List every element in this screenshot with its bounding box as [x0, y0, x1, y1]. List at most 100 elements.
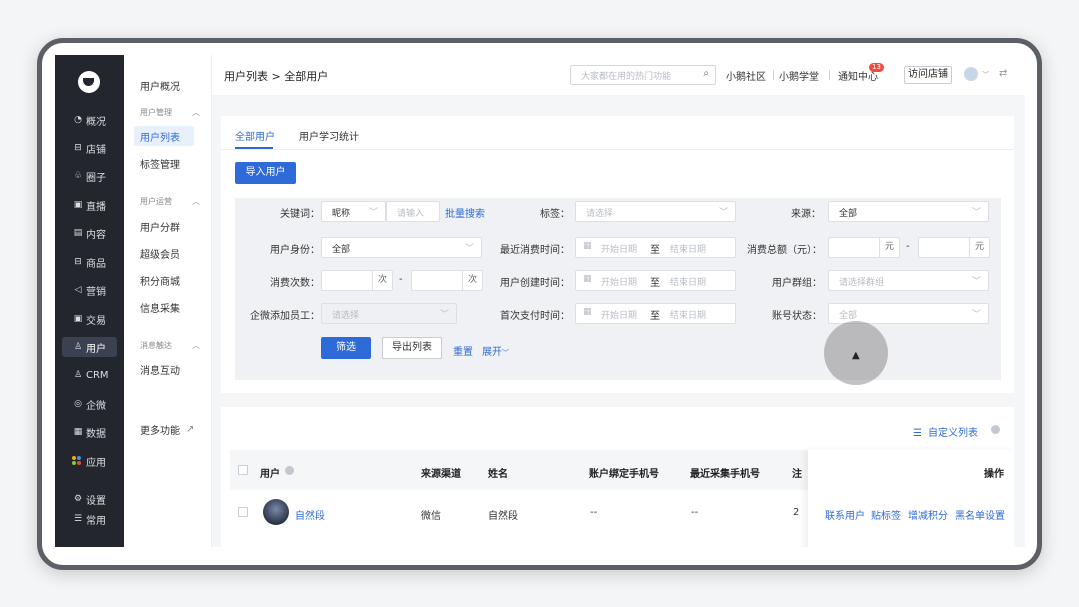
account-avatar[interactable] — [964, 67, 978, 81]
total-max-input[interactable]: 元 — [918, 237, 990, 258]
academy-link[interactable]: 小鹅学堂 — [779, 68, 819, 83]
nav-item-content[interactable]: ▤ 内容 — [62, 223, 117, 243]
tab-study-stats[interactable]: 用户学习统计 — [299, 128, 359, 143]
nav-item-data[interactable]: ▦ 数据 — [62, 422, 117, 442]
notice-count-badge: 13 — [869, 63, 884, 72]
nav-item-goods[interactable]: ⊟ 商品 — [62, 252, 117, 272]
keyword-type-select[interactable]: 昵称 ﹀ — [321, 201, 386, 222]
times-unit: 次 — [372, 270, 392, 291]
nav-label: 圈子 — [86, 172, 106, 184]
chevron-up-icon: ︿ — [192, 197, 200, 206]
divider — [829, 70, 830, 80]
identity-select[interactable]: 全部 ﹀ — [321, 237, 482, 258]
nav-item-common[interactable]: ☰ 常用 — [62, 509, 117, 529]
tag-label: 标签： — [540, 209, 570, 220]
search-icon[interactable]: ⌕ — [703, 68, 709, 79]
sub-item-user-list[interactable]: 用户列表 — [134, 126, 194, 146]
start-date: 开始日期 — [601, 311, 638, 321]
chevron-down-icon: ﹀ — [971, 208, 981, 218]
blacklist-settings-link[interactable]: 黑名单设置 — [955, 507, 1005, 522]
tag-select[interactable]: 请选择 ﹀ — [575, 201, 736, 222]
nav-item-user[interactable]: ♙ 用户 — [62, 337, 117, 357]
nav-item-overview[interactable]: ◔ 概况 — [62, 110, 117, 130]
yuan-unit: 元 — [969, 237, 989, 258]
filter-card: 全部用户 用户学习统计 导入用户 关键词： 昵称 ﹀ 请输入 批量搜索 标签： 请… — [221, 116, 1014, 393]
nav-label: 内容 — [86, 229, 106, 241]
user-nickname-link[interactable]: 自然段 — [295, 507, 325, 522]
search-input[interactable]: 大家都在用的热门功能 ⌕ — [570, 65, 716, 85]
nav-label: 数据 — [86, 428, 106, 440]
count-min-input[interactable]: 次 — [321, 270, 393, 291]
consume-count-label: 消费次数： — [270, 278, 320, 289]
col-collected-phone: 最近采集手机号 — [690, 469, 760, 480]
range-dash: - — [906, 241, 910, 252]
app-logo[interactable] — [78, 71, 100, 93]
first-pay-date-range[interactable]: ▦ 开始日期 至 结束日期 — [575, 303, 736, 324]
nav-item-trade[interactable]: ▣ 交易 — [62, 309, 117, 329]
group-title: 用户管理 — [140, 108, 172, 117]
divider — [773, 70, 774, 80]
nav-item-settings[interactable]: ⚙ 设置 — [62, 489, 117, 509]
created-date-range[interactable]: ▦ 开始日期 至 结束日期 — [575, 270, 736, 291]
identity-value: 全部 — [332, 245, 351, 255]
count-max-input[interactable]: 次 — [411, 270, 483, 291]
nav-label: 商品 — [86, 258, 106, 270]
community-link[interactable]: 小鹅社区 — [726, 68, 766, 83]
chevron-up-icon: ︿ — [192, 108, 200, 117]
nav-item-circle[interactable]: ♧ 圈子 — [62, 166, 117, 186]
end-date: 结束日期 — [670, 245, 707, 255]
select-all-checkbox[interactable] — [238, 465, 248, 475]
add-tag-link[interactable]: 贴标签 — [871, 507, 901, 522]
chevron-down-icon: ﹀ — [718, 208, 728, 218]
filter-button[interactable]: 筛选 — [321, 337, 371, 359]
contact-user-link[interactable]: 联系用户 — [825, 507, 865, 522]
wecom-staff-select[interactable]: 请选择 ﹀ — [321, 303, 457, 324]
start-date: 开始日期 — [601, 245, 638, 255]
group-messaging[interactable]: 消息触达 ︿ — [140, 340, 200, 351]
sub-item-vip[interactable]: 超级会员 — [134, 243, 194, 263]
sub-item-msg-interact[interactable]: 消息互动 — [134, 359, 194, 379]
sub-item-more[interactable]: 更多功能 ↗ — [134, 419, 200, 439]
chevron-down-icon[interactable]: ﹀ — [982, 70, 989, 80]
keyword-label: 关键词： — [280, 209, 320, 220]
source-select[interactable]: 全部 ﹀ — [828, 201, 989, 222]
sub-item-segments[interactable]: 用户分群 — [134, 216, 194, 236]
total-min-input[interactable]: 元 — [828, 237, 900, 258]
expand-link[interactable]: 展开﹀ — [482, 343, 509, 358]
nav-item-live[interactable]: ▣ 直播 — [62, 195, 117, 215]
tab-all-users[interactable]: 全部用户 — [235, 128, 275, 143]
batch-search-link[interactable]: 批量搜索 — [445, 205, 485, 220]
tag-placeholder: 请选择 — [586, 209, 614, 219]
custom-columns-button[interactable]: ☰ 自定义列表 — [913, 424, 978, 439]
switch-icon[interactable]: ⇄ — [999, 68, 1007, 79]
app-window: ◔ 概况 ⊟ 店铺 ♧ 圈子 ▣ 直播 ▤ 内容 ⊟ 商品 ◁ 营销 ▣ 交易 ♙ 用户 ♙ CRM… — [55, 55, 1025, 547]
sub-item-info-collect[interactable]: 信息采集 — [134, 297, 194, 317]
calendar-icon: ▦ — [583, 241, 592, 251]
nav-item-wecom[interactable]: ◎ 企微 — [62, 394, 117, 414]
nav-item-marketing[interactable]: ◁ 营销 — [62, 280, 117, 300]
sub-item-overview[interactable]: 用户概况 — [134, 75, 194, 95]
last-consume-date-range[interactable]: ▦ 开始日期 至 结束日期 — [575, 237, 736, 258]
keyword-input[interactable]: 请输入 — [386, 201, 440, 222]
col-user: 用户 — [260, 469, 280, 480]
reset-link[interactable]: 重置 — [453, 343, 473, 358]
export-list-button[interactable]: 导出列表 — [382, 337, 442, 359]
nav-item-crm[interactable]: ♙ CRM — [62, 365, 117, 385]
operations-column: 操作 联系用户 贴标签 增减积分 黑名单设置 — [808, 450, 1014, 547]
help-icon[interactable] — [285, 466, 294, 475]
keyword-placeholder: 请输入 — [397, 209, 425, 219]
group-user-manage[interactable]: 用户管理 ︿ — [140, 107, 200, 118]
user-group-select[interactable]: 请选择群组 ﹀ — [828, 270, 989, 291]
group-user-ops[interactable]: 用户运营 ︿ — [140, 196, 200, 207]
row-checkbox[interactable] — [238, 507, 248, 517]
adjust-points-link[interactable]: 增减积分 — [908, 507, 948, 522]
sliders-icon: ☰ — [913, 428, 922, 439]
sub-item-points-mall[interactable]: 积分商城 — [134, 270, 194, 290]
help-icon[interactable] — [991, 425, 1000, 434]
sub-item-tag-manage[interactable]: 标签管理 — [134, 153, 194, 173]
crm-icon: ♙ — [73, 370, 83, 380]
nav-item-apps[interactable]: 应用 — [62, 451, 117, 471]
visit-store-button[interactable]: 访问店铺 — [904, 66, 952, 84]
import-users-button[interactable]: 导入用户 — [235, 162, 296, 184]
nav-item-store[interactable]: ⊟ 店铺 — [62, 138, 117, 158]
